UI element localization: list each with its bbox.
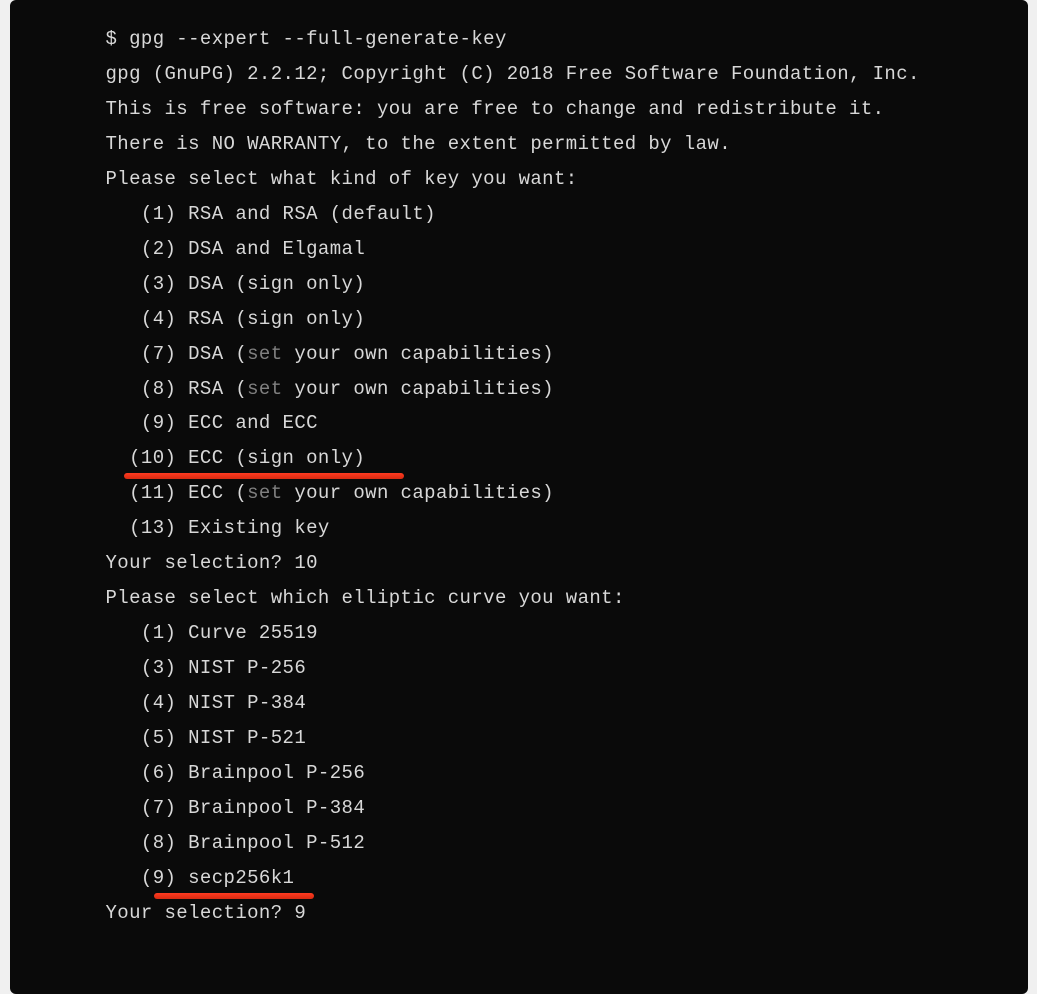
opt7-prefix: (7) DSA ( (106, 343, 248, 365)
opt8-suffix: your own capabilities) (283, 378, 554, 400)
key-option-10-wrap: (10) ECC (sign only) (106, 441, 1000, 476)
license-line-2: There is NO WARRANTY, to the extent perm… (106, 127, 1000, 162)
curve-option-5: (5) NIST P-521 (106, 721, 1000, 756)
key-option-11: (11) ECC (set your own capabilities) (106, 476, 1000, 511)
key-option-10: (10) ECC (sign only) (106, 441, 1000, 476)
terminal-content: $ gpg --expert --full-generate-key gpg (… (38, 22, 1000, 931)
terminal-window[interactable]: $ gpg --expert --full-generate-key gpg (… (10, 0, 1028, 994)
highlight-underline-1 (124, 473, 404, 479)
key-option-9: (9) ECC and ECC (106, 406, 1000, 441)
curve-option-9: (9) secp256k1 (106, 861, 1000, 896)
key-option-13: (13) Existing key (106, 511, 1000, 546)
key-option-2: (2) DSA and Elgamal (106, 232, 1000, 267)
opt11-dim-set: set (247, 482, 282, 504)
selection-2: Your selection? 9 (106, 896, 1000, 931)
opt11-prefix: (11) ECC ( (106, 482, 248, 504)
opt8-prefix: (8) RSA ( (106, 378, 248, 400)
gpg-version-line: gpg (GnuPG) 2.2.12; Copyright (C) 2018 F… (106, 57, 1000, 92)
opt7-dim-set: set (247, 343, 282, 365)
curve-option-6: (6) Brainpool P-256 (106, 756, 1000, 791)
curve-option-7: (7) Brainpool P-384 (106, 791, 1000, 826)
key-option-4: (4) RSA (sign only) (106, 302, 1000, 337)
highlight-underline-2 (154, 893, 314, 899)
opt8-dim-set: set (247, 378, 282, 400)
curve-option-3: (3) NIST P-256 (106, 651, 1000, 686)
key-option-7: (7) DSA (set your own capabilities) (106, 337, 1000, 372)
curve-option-4: (4) NIST P-384 (106, 686, 1000, 721)
license-line-1: This is free software: you are free to c… (106, 92, 1000, 127)
key-option-8: (8) RSA (set your own capabilities) (106, 372, 1000, 407)
selection-1: Your selection? 10 (106, 546, 1000, 581)
key-type-prompt: Please select what kind of key you want: (106, 162, 1000, 197)
opt7-suffix: your own capabilities) (283, 343, 554, 365)
curve-prompt: Please select which elliptic curve you w… (106, 581, 1000, 616)
key-option-3: (3) DSA (sign only) (106, 267, 1000, 302)
curve-option-8: (8) Brainpool P-512 (106, 826, 1000, 861)
curve-option-1: (1) Curve 25519 (106, 616, 1000, 651)
command-line: $ gpg --expert --full-generate-key (106, 22, 1000, 57)
opt11-suffix: your own capabilities) (283, 482, 554, 504)
curve-option-9-wrap: (9) secp256k1 (106, 861, 1000, 896)
key-option-1: (1) RSA and RSA (default) (106, 197, 1000, 232)
